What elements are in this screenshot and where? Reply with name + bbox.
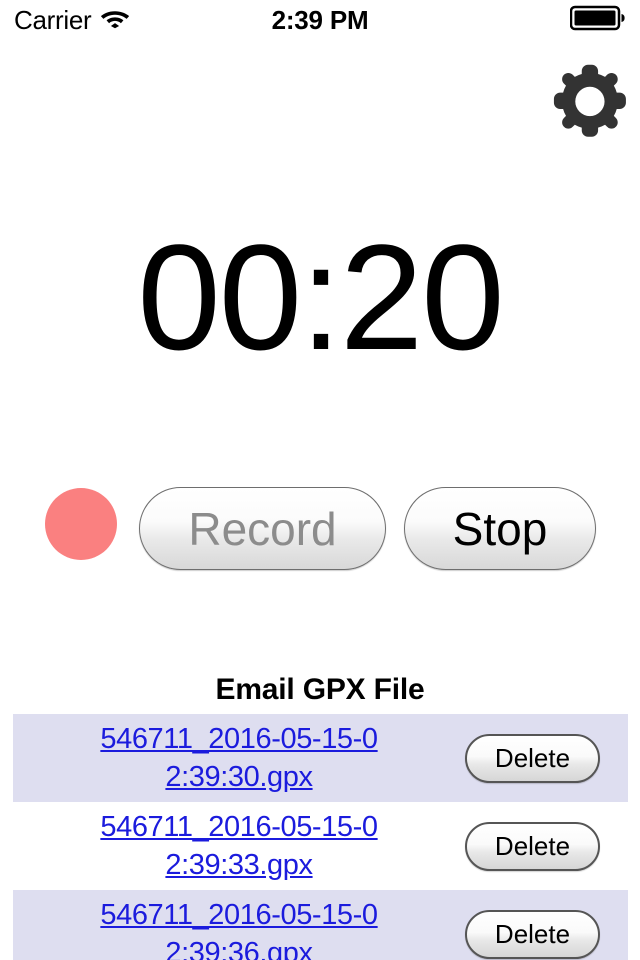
carrier-label: Carrier [14, 5, 92, 35]
gpx-file-link[interactable]: 546711_2016-05-15-02:39:33.gpx [89, 808, 389, 885]
delete-cell: Delete [465, 821, 628, 871]
file-link-cell: 546711_2016-05-15-02:39:36.gpx [13, 896, 465, 960]
gear-icon [548, 60, 628, 145]
gpx-file-link[interactable]: 546711_2016-05-15-02:39:36.gpx [89, 896, 389, 960]
gpx-file-link[interactable]: 546711_2016-05-15-02:39:30.gpx [89, 720, 389, 797]
delete-button[interactable]: Delete [465, 733, 600, 783]
controls-row: Record Stop [0, 486, 640, 576]
record-button[interactable]: Record [139, 487, 386, 570]
status-bar: Carrier 2:39 PM [0, 0, 640, 40]
file-link-cell: 546711_2016-05-15-02:39:30.gpx [13, 720, 465, 797]
gpx-file-list: 546711_2016-05-15-02:39:30.gpx Delete 54… [13, 714, 628, 960]
battery-full-icon [569, 5, 626, 36]
delete-button[interactable]: Delete [465, 909, 600, 959]
status-bar-left: Carrier [14, 7, 130, 34]
delete-cell: Delete [465, 909, 628, 959]
table-row: 546711_2016-05-15-02:39:36.gpx Delete [13, 890, 628, 960]
timer-display: 00:20 [137, 213, 504, 381]
delete-cell: Delete [465, 733, 628, 783]
delete-button[interactable]: Delete [465, 821, 600, 871]
file-link-cell: 546711_2016-05-15-02:39:33.gpx [13, 808, 465, 885]
settings-button[interactable] [543, 62, 633, 142]
clock-label: 2:39 PM [271, 4, 369, 35]
recording-indicator [45, 488, 117, 560]
table-row: 546711_2016-05-15-02:39:30.gpx Delete [13, 714, 628, 802]
email-gpx-file-heading: Email GPX File [215, 673, 425, 706]
wifi-icon [100, 7, 130, 34]
table-row: 546711_2016-05-15-02:39:33.gpx Delete [13, 802, 628, 890]
status-bar-right [569, 5, 626, 36]
stop-button[interactable]: Stop [404, 487, 596, 570]
